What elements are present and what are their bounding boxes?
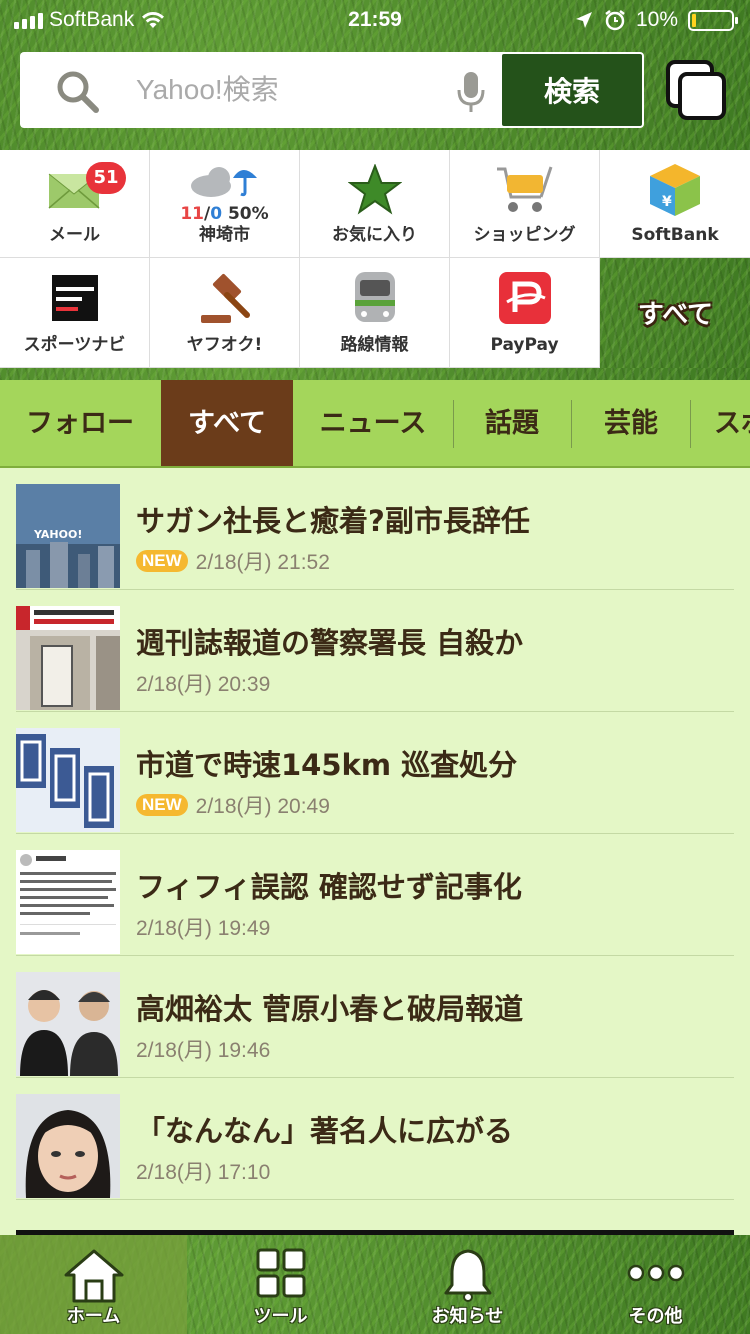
tool-transit[interactable]: 路線情報 <box>300 258 450 368</box>
tools-grid-icon <box>256 1248 305 1298</box>
search-box: 検索 <box>20 52 644 128</box>
weather-icon <box>190 167 257 197</box>
tool-label: スポーツナビ <box>23 335 126 355</box>
nav-home[interactable]: ホーム <box>0 1235 187 1334</box>
category-tabs: フォロー すべて ニュース 話題 芸能 スポ <box>0 380 750 468</box>
news-item[interactable]: YAHOO! サガン社長と癒着?副市長辞任 NEW 2/18(月) 21:52 <box>0 468 750 590</box>
tool-sportsnavi[interactable]: スポーツナビ <box>0 258 150 368</box>
news-date: 2/18(月) 19:46 <box>136 1039 271 1062</box>
tool-auction[interactable]: ヤフオク! <box>150 258 300 368</box>
news-title: サガン社長と癒着?副市長辞任 <box>136 504 530 538</box>
tab-all[interactable]: すべて <box>161 380 293 466</box>
news-date: 2/18(月) 19:49 <box>136 917 271 940</box>
news-thumbnail <box>16 728 120 832</box>
news-title: 市道で時速145km 巡査処分 <box>136 748 518 782</box>
search-icon <box>57 71 99 113</box>
tool-favorites[interactable]: お気に入り <box>300 150 450 258</box>
news-item[interactable]: 「なんなん」著名人に広がる 2/18(月) 17:10 <box>0 1078 750 1200</box>
svg-text:¥: ¥ <box>662 194 672 210</box>
tool-label: メール <box>49 225 100 245</box>
tool-shopping[interactable]: ショッピング <box>450 150 600 258</box>
star-icon <box>347 164 402 215</box>
tool-label: お気に入り <box>332 225 417 245</box>
search-button[interactable]: 検索 <box>502 54 642 126</box>
nav-tools[interactable]: ツール <box>187 1235 374 1334</box>
nav-label: お知らせ <box>431 1306 504 1327</box>
nav-label: ホーム <box>66 1306 121 1327</box>
softbank-cube-icon: ¥ <box>650 164 700 216</box>
location-arrow-icon <box>575 12 592 28</box>
paypay-icon <box>498 272 551 324</box>
train-icon <box>354 272 395 322</box>
tool-all-button[interactable]: すべて <box>601 258 750 368</box>
tool-label: ヤフオク! <box>186 335 263 355</box>
header: SoftBank 21:59 10% 検索 <box>0 0 750 150</box>
tool-label: 路線情報 <box>340 335 409 355</box>
news-title: 「なんなん」著名人に広がる <box>136 1114 514 1148</box>
news-thumbnail <box>16 972 120 1076</box>
alarm-icon <box>605 10 625 31</box>
svg-text:YAHOO!: YAHOO! <box>33 528 82 541</box>
nav-label: ツール <box>253 1306 308 1327</box>
news-item[interactable]: 週刊誌報道の警察署長 自殺か 2/18(月) 20:39 <box>0 590 750 712</box>
news-thumbnail <box>16 1094 120 1198</box>
tab-entertainment[interactable]: 芸能 <box>572 380 690 466</box>
bottom-nav: ホーム ツール お知らせ その他 <box>0 1235 750 1334</box>
tab-topics[interactable]: 話題 <box>454 380 570 466</box>
divider <box>0 368 750 380</box>
battery-percent: 10% <box>635 8 678 31</box>
news-item[interactable]: フィフィ誤認 確認せず記事化 2/18(月) 19:49 <box>0 834 750 956</box>
tool-all-label: すべて <box>637 300 714 330</box>
more-dots-icon <box>627 1264 684 1282</box>
sportsnavi-logo-icon <box>51 275 98 321</box>
new-badge: NEW <box>136 550 188 572</box>
mail-badge: 51 <box>86 162 126 194</box>
cart-icon <box>496 166 552 212</box>
new-badge: NEW <box>136 794 188 816</box>
bell-icon <box>444 1249 491 1302</box>
news-thumbnail: YAHOO! <box>16 484 120 588</box>
news-thumbnail <box>16 606 120 710</box>
tab-news[interactable]: ニュース <box>294 380 452 466</box>
news-date: 2/18(月) 20:39 <box>136 673 271 696</box>
battery-icon <box>688 9 738 31</box>
tabs-icon[interactable] <box>666 60 728 122</box>
news-title: フィフィ誤認 確認せず記事化 <box>136 870 522 904</box>
tool-paypay[interactable]: PayPay <box>450 258 600 368</box>
home-icon <box>64 1249 123 1303</box>
news-date: 2/18(月) 20:49 <box>195 795 330 818</box>
news-item[interactable]: 市道で時速145km 巡査処分 NEW 2/18(月) 20:49 <box>0 712 750 834</box>
tool-grid: 51 メール 11/0 50% 神埼市 お気に入り ショッピング ¥ SoftB… <box>0 150 750 368</box>
tool-label: 神埼市 <box>199 225 250 245</box>
tab-follow[interactable]: フォロー <box>0 380 160 466</box>
tool-softbank[interactable]: ¥ SoftBank <box>600 150 750 258</box>
nav-notifications[interactable]: お知らせ <box>374 1235 561 1334</box>
gavel-icon <box>200 273 250 323</box>
news-date: 2/18(月) 21:52 <box>195 551 330 574</box>
news-title: 週刊誌報道の警察署長 自殺か <box>136 626 524 660</box>
tool-label: SoftBank <box>631 225 719 245</box>
status-bar: SoftBank 21:59 10% <box>0 0 750 40</box>
tool-mail[interactable]: 51 メール <box>0 150 150 258</box>
microphone-icon[interactable] <box>456 70 486 114</box>
tab-sports[interactable]: スポ <box>700 380 750 466</box>
tool-weather[interactable]: 11/0 50% 神埼市 <box>150 150 300 258</box>
tool-label: PayPay <box>490 335 559 355</box>
nav-more[interactable]: その他 <box>561 1235 750 1334</box>
news-item[interactable]: 高畑裕太 菅原小春と破局報道 2/18(月) 19:46 <box>0 956 750 1078</box>
tool-label: ショッピング <box>473 225 576 245</box>
news-title: 高畑裕太 菅原小春と破局報道 <box>136 992 524 1026</box>
search-input[interactable] <box>136 70 426 110</box>
news-thumbnail <box>16 850 120 954</box>
news-date: 2/18(月) 17:10 <box>136 1161 271 1184</box>
nav-label: その他 <box>628 1306 683 1327</box>
